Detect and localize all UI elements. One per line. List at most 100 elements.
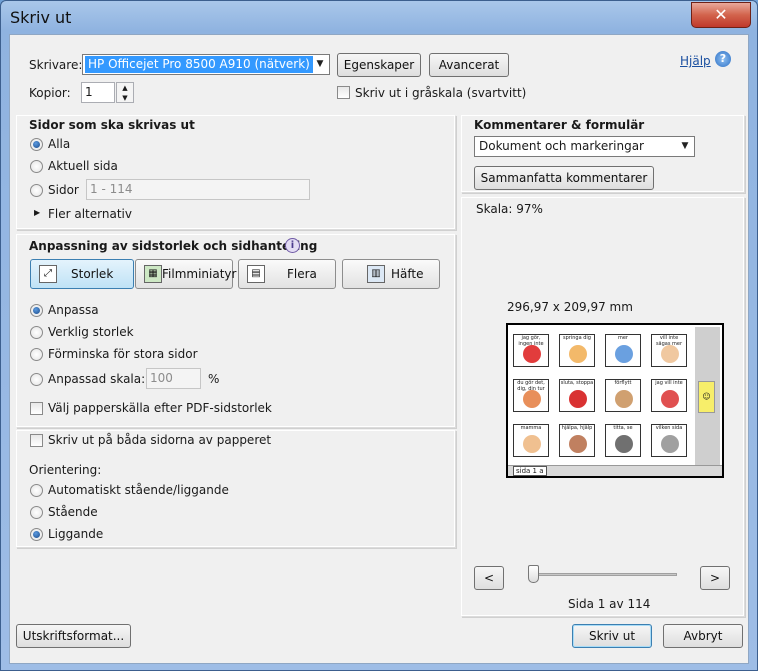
size-button[interactable]: ⤢ Storlek <box>30 259 134 289</box>
grayscale-checkbox[interactable] <box>337 86 350 99</box>
pictogram-icon <box>661 345 679 363</box>
duplex-checkbox[interactable] <box>30 434 43 447</box>
pages-current-radio[interactable] <box>30 160 43 173</box>
pictogram-icon <box>615 390 633 408</box>
properties-button[interactable]: Egenskaper <box>337 53 421 77</box>
preview-cell: vilken sida <box>651 424 687 457</box>
pages-range-radio[interactable] <box>30 184 43 197</box>
preview-cell-text: vilken sida <box>655 425 683 431</box>
prev-page-button[interactable]: < <box>474 566 504 590</box>
orientation-heading: Orientering: <box>29 463 102 477</box>
page-slider-track[interactable] <box>532 573 677 576</box>
comments-heading: Kommentarer & formulär <box>474 118 645 132</box>
preview-cell: hjälpa, hjälp <box>559 424 595 457</box>
paper-source-checkbox[interactable] <box>30 402 43 415</box>
sizing-heading: Anpassning av sidstorlek och sidhanterin… <box>29 239 318 253</box>
help-link[interactable]: Hjälp <box>680 54 711 68</box>
copies-spinner[interactable]: ▲ ▼ <box>116 82 134 103</box>
preview-cell: springa dig <box>559 334 595 367</box>
preview-cell: jag gör, ingen inte <box>513 334 549 367</box>
preview-cell-text: springa dig <box>563 335 591 341</box>
page-setup-button[interactable]: Utskriftsformat... <box>16 624 131 648</box>
grayscale-label: Skriv ut i gråskala (svartvitt) <box>355 86 527 100</box>
preview-cell: sluta, stoppa <box>559 379 595 412</box>
pictogram-icon <box>661 435 679 453</box>
preview-cell: mer <box>605 334 641 367</box>
orientation-landscape-radio[interactable] <box>30 528 43 541</box>
multiple-pages-icon: ▤ <box>247 265 265 283</box>
dialog-client-area: Skrivare: HP Officejet Pro 8500 A910 (nä… <box>9 34 749 664</box>
preview-cell: mamma <box>513 424 549 457</box>
paper-source-label: Välj papperskälla efter PDF-sidstorlek <box>48 401 272 415</box>
printer-select[interactable]: HP Officejet Pro 8500 A910 (nätverk) ▼ <box>82 54 330 75</box>
pages-all-radio[interactable] <box>30 138 43 151</box>
orientation-portrait-radio[interactable] <box>30 506 43 519</box>
shrink-label: Förminska för stora sidor <box>48 347 198 361</box>
copies-input[interactable]: 1 <box>81 82 115 103</box>
preview-cell: vill inte sägas mer <box>651 334 687 367</box>
preview-cell-text: jag vill inte <box>655 380 683 386</box>
preview-cell-text: sluta, stoppa <box>560 380 594 386</box>
print-dialog: Skriv ut ✕ Skrivare: HP Officejet Pro 85… <box>0 0 758 671</box>
preview-cell-text: mamma <box>520 425 542 431</box>
comments-select[interactable]: Dokument och markeringar ▼ <box>474 136 695 157</box>
pages-current-label: Aktuell sida <box>48 159 118 173</box>
next-page-button[interactable]: > <box>700 566 730 590</box>
pictogram-icon <box>569 345 587 363</box>
advanced-button[interactable]: Avancerat <box>429 53 509 77</box>
page-preview: ☺ sida 1 a jag gör, ingen inte springa di… <box>506 323 724 478</box>
booklet-icon: ▥ <box>367 265 385 283</box>
preview-cell: jag vill inte <box>651 379 687 412</box>
page-slider-thumb[interactable] <box>528 565 539 583</box>
poster-button[interactable]: ▦ Filmminiatyr <box>135 259 236 289</box>
preview-page-label: sida 1 a <box>513 466 547 476</box>
preview-cell: förflytt <box>605 379 641 412</box>
preview-yellow-card: ☺ <box>698 381 715 413</box>
orientation-portrait-label: Stående <box>48 505 98 519</box>
printer-label: Skrivare: <box>29 58 83 72</box>
pages-all-label: Alla <box>48 137 71 151</box>
fit-radio[interactable] <box>30 304 43 317</box>
expand-arrow-icon[interactable]: ▶ <box>34 208 40 217</box>
preview-cell-text: hjälpa, hjälp <box>561 425 593 431</box>
chevron-down-icon: ▼ <box>316 59 324 69</box>
multiple-button[interactable]: ▤ Flera <box>238 259 336 289</box>
pictogram-icon <box>615 435 633 453</box>
info-icon[interactable]: i <box>285 238 300 253</box>
comments-selected-value: Dokument och markeringar <box>479 139 644 153</box>
preview-cell-text: mer <box>617 335 628 341</box>
scale-readout: Skala: 97% <box>476 202 543 216</box>
pictogram-icon <box>661 390 679 408</box>
percent-label: % <box>208 372 220 386</box>
more-options-toggle[interactable]: Fler alternativ <box>48 207 132 221</box>
pages-range-input[interactable]: 1 - 114 <box>86 179 310 200</box>
actual-size-radio[interactable] <box>30 326 43 339</box>
orientation-auto-label: Automatiskt stående/liggande <box>48 483 229 497</box>
duplex-label: Skriv ut på båda sidorna av papperet <box>48 433 272 447</box>
pictogram-icon <box>569 435 587 453</box>
page-status: Sida 1 av 114 <box>568 597 651 611</box>
title-bar[interactable]: Skriv ut ✕ <box>1 1 757 35</box>
pictogram-icon <box>523 390 541 408</box>
shrink-radio[interactable] <box>30 348 43 361</box>
custom-scale-label: Anpassad skala: <box>48 372 146 386</box>
custom-scale-input[interactable]: 100 <box>146 368 201 389</box>
resize-icon: ⤢ <box>39 265 57 283</box>
cancel-button[interactable]: Avbryt <box>663 624 743 648</box>
print-button[interactable]: Skriv ut <box>572 624 652 648</box>
help-icon[interactable]: ? <box>715 51 731 67</box>
orientation-landscape-label: Liggande <box>48 527 104 541</box>
summarize-comments-button[interactable]: Sammanfatta kommentarer <box>474 166 654 190</box>
pages-range-label: Sidor <box>48 183 79 197</box>
preview-cell-text: titta, se <box>613 425 633 431</box>
custom-scale-radio[interactable] <box>30 373 43 386</box>
pictogram-icon <box>569 390 587 408</box>
pages-heading: Sidor som ska skrivas ut <box>29 118 195 132</box>
orientation-auto-radio[interactable] <box>30 484 43 497</box>
preview-footer-strip: sida 1 a <box>508 465 722 476</box>
poster-grid-icon: ▦ <box>144 265 162 283</box>
pictogram-icon <box>615 345 633 363</box>
pictogram-icon <box>523 345 541 363</box>
booklet-button[interactable]: ▥ Häfte <box>342 259 440 289</box>
close-button[interactable]: ✕ <box>691 2 751 28</box>
